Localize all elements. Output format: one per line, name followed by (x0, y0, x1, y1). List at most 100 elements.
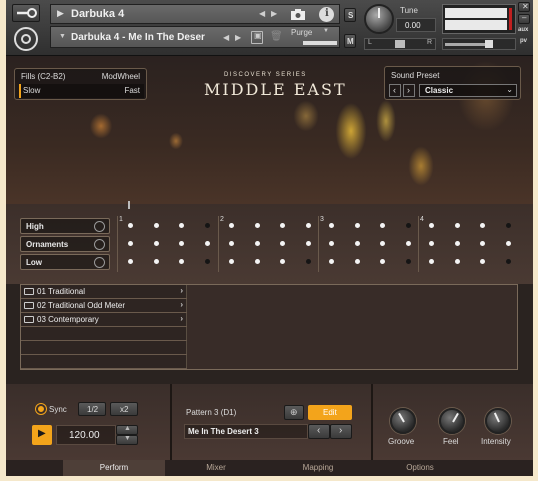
step-cell[interactable] (254, 241, 260, 246)
snapshot-menu-arrow-icon[interactable]: ▼ (59, 33, 66, 40)
step-cell[interactable] (254, 223, 260, 228)
step-cell[interactable] (354, 241, 360, 246)
step-cell[interactable] (429, 223, 434, 228)
list-item[interactable]: 01 Traditional › (21, 285, 187, 299)
step-cell[interactable] (229, 241, 234, 246)
step-cell[interactable] (153, 259, 159, 264)
instrument-name[interactable]: Darbuka 4 (71, 8, 124, 20)
step-cell[interactable] (280, 223, 285, 228)
row-label[interactable]: Ornaments (20, 236, 110, 252)
step-cell[interactable] (454, 259, 460, 264)
step-cell[interactable] (179, 259, 184, 264)
pattern-prev-button[interactable]: ‹ (308, 424, 330, 439)
pan-slider[interactable]: L R (364, 38, 436, 50)
tab-mixer[interactable]: Mixer (165, 460, 267, 476)
tempo-down-button[interactable]: ▼ (116, 435, 138, 445)
step-cell[interactable] (204, 223, 210, 228)
fills-slider[interactable]: Slow Fast (19, 84, 144, 98)
step-cell[interactable] (280, 241, 285, 246)
row-settings-icon[interactable] (94, 239, 105, 250)
next-instrument-arrow-icon[interactable]: ▶ (271, 8, 277, 20)
groove-knob[interactable] (390, 408, 416, 434)
step-cell[interactable] (405, 259, 411, 264)
ni-logo-icon[interactable] (14, 27, 38, 51)
play-button[interactable]: ▶ (32, 425, 52, 445)
step-cell[interactable] (179, 241, 184, 246)
step-cell[interactable] (380, 241, 385, 246)
tempo-up-button[interactable]: ▲ (116, 425, 138, 435)
step-cell[interactable] (505, 259, 511, 264)
next-snapshot-arrow-icon[interactable]: ▶ (235, 32, 241, 44)
purge-label[interactable]: Purge (291, 28, 312, 37)
step-cell[interactable] (505, 241, 511, 246)
step-cell[interactable] (480, 259, 485, 264)
step-cell[interactable] (329, 223, 334, 228)
row-label[interactable]: High (20, 218, 110, 234)
step-cell[interactable] (354, 223, 360, 228)
step-cell[interactable] (153, 241, 159, 246)
feel-knob[interactable] (439, 408, 465, 434)
edit-button[interactable]: Edit (308, 405, 352, 420)
step-cell[interactable] (128, 223, 133, 228)
half-tempo-button[interactable]: 1/2 (78, 402, 106, 416)
volume-slider[interactable] (442, 38, 516, 50)
instrument-name-strip[interactable]: ▶ Darbuka 4 ◀ ▶ i (50, 4, 340, 24)
snapshot-name[interactable]: Darbuka 4 - Me In The Deser (71, 32, 205, 43)
aux-label[interactable]: aux (518, 27, 528, 33)
step-cell[interactable] (429, 259, 434, 264)
preset-next-button[interactable]: › (403, 84, 415, 97)
prev-snapshot-arrow-icon[interactable]: ◀ (223, 32, 229, 44)
pattern-next-button[interactable]: › (330, 424, 352, 439)
tab-perform[interactable]: Perform (63, 460, 165, 476)
step-cell[interactable] (229, 223, 234, 228)
row-label[interactable]: Low (20, 254, 110, 270)
preset-prev-button[interactable]: ‹ (389, 84, 401, 97)
tab-options[interactable]: Options (369, 460, 471, 476)
save-snapshot-button[interactable]: ▣ (251, 31, 263, 44)
step-cell[interactable] (329, 241, 334, 246)
tune-value-box[interactable]: 0.00 (396, 18, 436, 32)
camera-button[interactable] (289, 7, 307, 22)
step-cell[interactable] (305, 241, 311, 246)
fills-slider-handle[interactable] (19, 84, 21, 98)
sync-label[interactable]: Sync (49, 405, 67, 414)
step-cell[interactable] (480, 223, 485, 228)
close-button[interactable]: ✕ (518, 2, 530, 12)
list-item[interactable]: 03 Contemporary › (21, 313, 187, 327)
step-cell[interactable] (429, 241, 434, 246)
collapse-arrow-icon[interactable]: ▶ (57, 8, 64, 19)
volume-handle[interactable] (485, 40, 493, 48)
prev-instrument-arrow-icon[interactable]: ◀ (259, 8, 265, 20)
sync-toggle[interactable] (36, 404, 46, 414)
step-cell[interactable] (280, 259, 285, 264)
minimize-button[interactable]: – (518, 13, 530, 24)
step-cell[interactable] (128, 259, 133, 264)
preset-dropdown[interactable]: Classic ⌄ (419, 84, 517, 97)
snapshot-strip[interactable]: ▼ Darbuka 4 - Me In The Deser ◀ ▶ ▣ 🗑 Pu… (50, 26, 340, 48)
step-cell[interactable] (128, 241, 133, 246)
wrench-button[interactable] (12, 4, 40, 22)
pv-label[interactable]: pv (520, 38, 527, 44)
step-cell[interactable] (229, 259, 234, 264)
mute-button[interactable]: M (344, 34, 356, 48)
info-button[interactable]: i (319, 7, 334, 22)
row-settings-icon[interactable] (94, 221, 105, 232)
pan-handle[interactable] (395, 40, 405, 48)
step-cell[interactable] (179, 223, 184, 228)
step-cell[interactable] (305, 259, 311, 264)
step-cell[interactable] (505, 223, 511, 228)
step-cell[interactable] (380, 259, 385, 264)
pattern-name-field[interactable]: Me In The Desert 3 (184, 424, 308, 439)
step-cell[interactable] (454, 241, 460, 246)
tab-mapping[interactable]: Mapping (267, 460, 369, 476)
step-cell[interactable] (329, 259, 334, 264)
step-cell[interactable] (405, 223, 411, 228)
step-cell[interactable] (305, 223, 311, 228)
crosshair-button[interactable]: ⊕ (284, 405, 304, 420)
purge-dropdown-arrow-icon[interactable]: ▼ (323, 28, 329, 34)
tune-knob[interactable] (364, 4, 394, 34)
step-cell[interactable] (204, 241, 210, 246)
list-item[interactable]: 02 Traditional Odd Meter › (21, 299, 187, 313)
step-cell[interactable] (480, 241, 485, 246)
delete-snapshot-button[interactable]: 🗑 (269, 31, 283, 44)
